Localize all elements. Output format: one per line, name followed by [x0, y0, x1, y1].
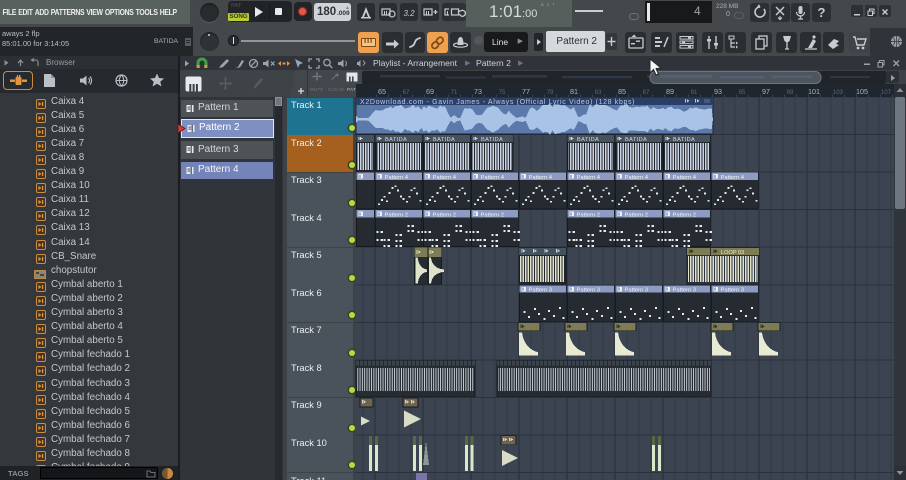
svg-text:Pattern 3: Pattern 3	[625, 288, 649, 294]
svg-text:BATIDA: BATIDA	[385, 137, 407, 143]
svg-text:Pattern 4: Pattern 4	[385, 175, 409, 181]
svg-text:Pattern 2: Pattern 2	[385, 212, 409, 218]
svg-text:LOOP 03: LOOP 03	[721, 250, 744, 256]
svg-text:65: 65	[378, 87, 386, 96]
svg-text:73: 73	[474, 87, 482, 96]
svg-text:77: 77	[522, 87, 530, 96]
svg-text:Pattern 3: Pattern 3	[721, 288, 745, 294]
svg-text:93: 93	[714, 87, 722, 96]
svg-text:81: 81	[570, 87, 578, 96]
svg-text:3.2: 3.2	[403, 9, 415, 18]
svg-text:85: 85	[618, 87, 626, 96]
svg-text:Pattern 2: Pattern 2	[481, 212, 505, 218]
svg-text:101: 101	[808, 87, 820, 96]
svg-text:107: 107	[881, 90, 892, 96]
svg-text:Pattern 4: Pattern 4	[529, 175, 553, 181]
svg-text:99: 99	[787, 90, 794, 96]
svg-text:X2Download.com - Gavin James -: X2Download.com - Gavin James - Always (O…	[360, 99, 635, 106]
svg-text:95: 95	[739, 90, 746, 96]
svg-text:105: 105	[856, 87, 868, 96]
svg-text:69: 69	[426, 87, 434, 96]
svg-text:Pattern 4: Pattern 4	[625, 175, 649, 181]
svg-text:89: 89	[666, 87, 674, 96]
svg-text:Pattern 4: Pattern 4	[721, 175, 745, 181]
svg-text:Pattern 2: Pattern 2	[625, 212, 649, 218]
svg-text:67: 67	[403, 90, 410, 96]
svg-text:97: 97	[762, 87, 770, 96]
svg-text:Pattern 3: Pattern 3	[529, 288, 553, 294]
svg-text:Pattern 2: Pattern 2	[673, 212, 697, 218]
svg-text:Pattern 3: Pattern 3	[577, 288, 601, 294]
svg-text:BATIDA: BATIDA	[625, 137, 647, 143]
svg-text:83: 83	[595, 90, 602, 96]
svg-text:BATIDA: BATIDA	[577, 137, 599, 143]
svg-text:BATIDA: BATIDA	[481, 137, 503, 143]
svg-text:Pattern 4: Pattern 4	[577, 175, 601, 181]
svg-text:Pattern 2: Pattern 2	[433, 212, 457, 218]
svg-text:71: 71	[451, 90, 458, 96]
svg-text:87: 87	[643, 90, 650, 96]
svg-text:75: 75	[499, 90, 506, 96]
svg-text:?: ?	[818, 5, 826, 20]
svg-text:Pattern 4: Pattern 4	[673, 175, 697, 181]
svg-text:Pattern 3: Pattern 3	[673, 288, 697, 294]
svg-text:Pattern 4: Pattern 4	[433, 175, 457, 181]
svg-text:BATIDA: BATIDA	[673, 137, 695, 143]
svg-text:79: 79	[547, 90, 554, 96]
svg-text:BATIDA: BATIDA	[433, 137, 455, 143]
svg-text:Pattern 4: Pattern 4	[481, 175, 505, 181]
svg-text:103: 103	[833, 90, 844, 96]
svg-text:Pattern 2: Pattern 2	[577, 212, 601, 218]
svg-text:91: 91	[691, 90, 698, 96]
